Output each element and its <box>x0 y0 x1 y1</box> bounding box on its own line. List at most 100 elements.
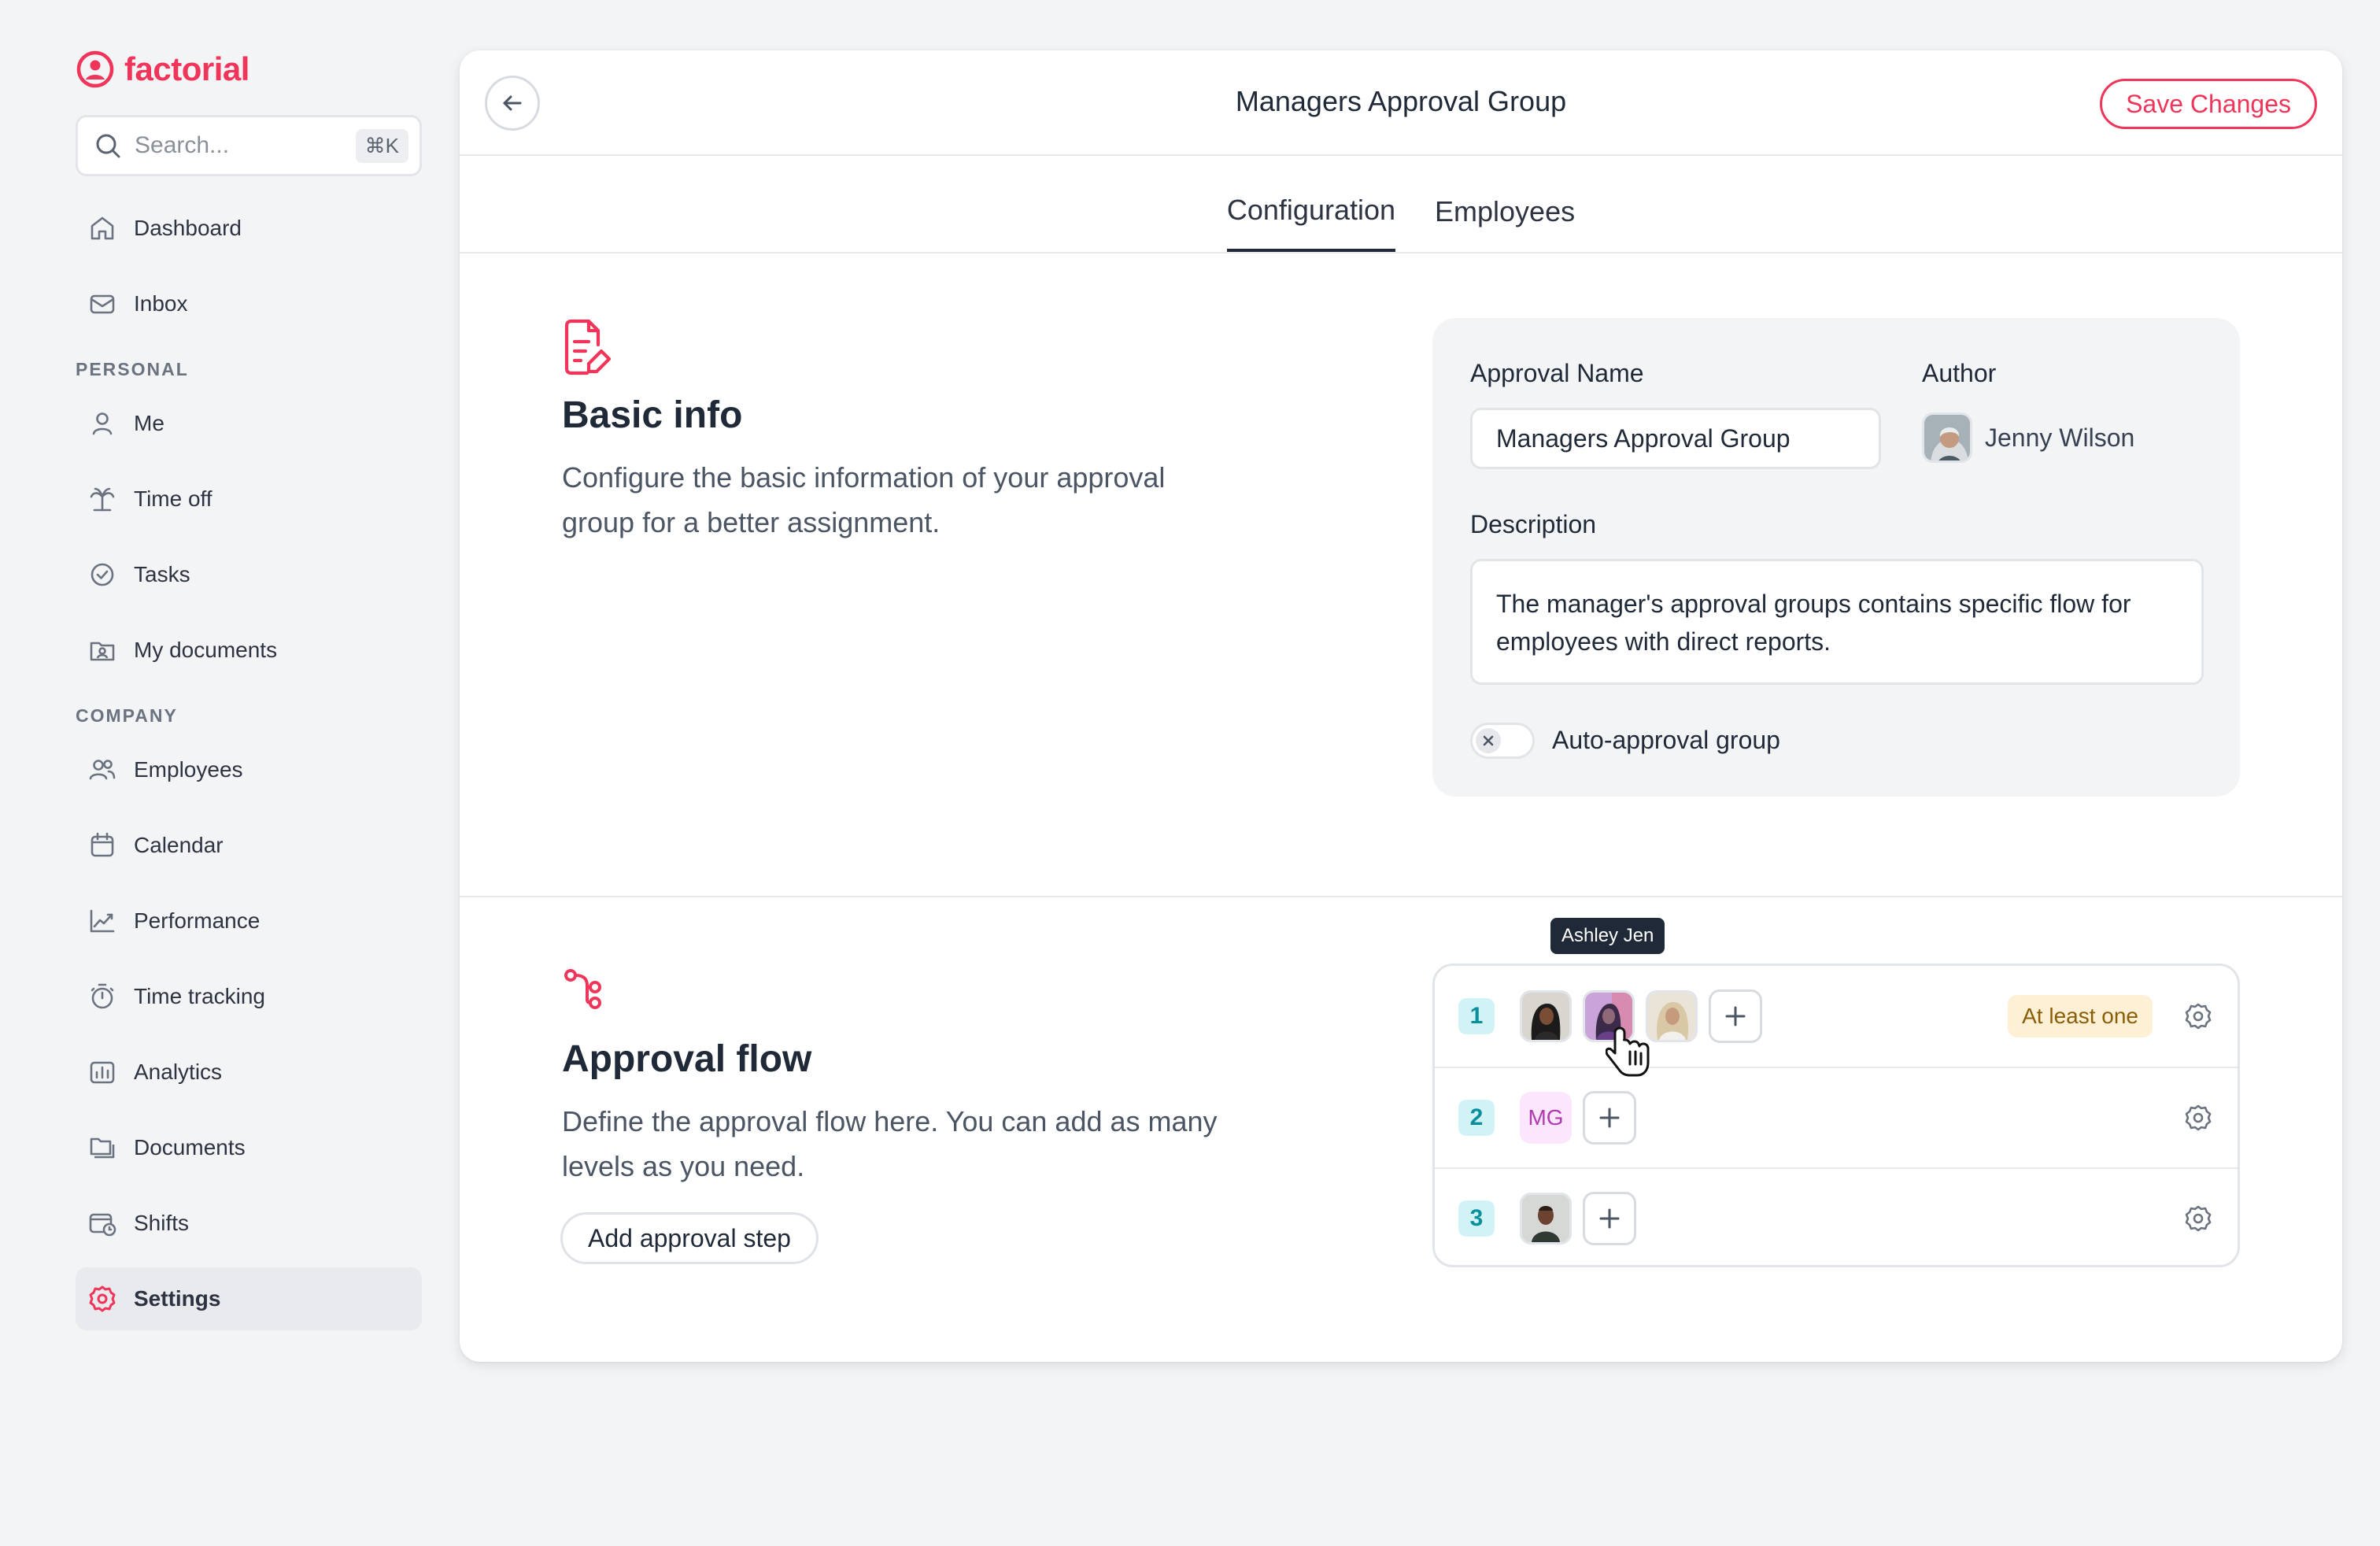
sidebar-item-dashboard[interactable]: Dashboard <box>76 197 422 260</box>
card-header: Managers Approval Group Save Changes <box>460 50 2342 156</box>
add-approver-button[interactable] <box>1583 1091 1636 1145</box>
plus-icon <box>1723 1004 1748 1029</box>
rule-badge[interactable]: At least one <box>2008 995 2153 1037</box>
step-number: 2 <box>1458 1100 1495 1136</box>
palm-tree-icon <box>87 483 118 515</box>
check-circle-icon <box>87 559 118 590</box>
settings-icon <box>87 1283 118 1315</box>
document-edit-icon <box>564 318 615 376</box>
search-input[interactable]: Search... ⌘K <box>76 115 422 176</box>
hand-pointer-cursor-icon <box>1606 1025 1653 1080</box>
sidebar-item-label: Documents <box>134 1135 246 1160</box>
description-textarea[interactable]: The manager's approval groups contains s… <box>1470 559 2204 685</box>
brand-logo[interactable]: factorial <box>76 46 422 93</box>
sidebar-item-time-off[interactable]: Time off <box>76 468 422 531</box>
approver-avatar[interactable] <box>1520 1193 1572 1245</box>
calendar-icon <box>87 830 118 861</box>
save-changes-button[interactable]: Save Changes <box>2100 79 2317 129</box>
home-icon <box>87 213 118 244</box>
sidebar-item-employees[interactable]: Employees <box>76 738 422 801</box>
add-approval-step-button[interactable]: Add approval step <box>560 1212 819 1264</box>
approval-name-label: Approval Name <box>1470 359 1644 387</box>
section-label-personal: PERSONAL <box>76 359 189 379</box>
sidebar-item-my-documents[interactable]: My documents <box>76 619 422 682</box>
sidebar-item-tasks[interactable]: Tasks <box>76 543 422 606</box>
nav-top: Dashboard Inbox <box>76 197 422 335</box>
sidebar-item-documents[interactable]: Documents <box>76 1116 422 1179</box>
approver-tooltip: Ashley Jen <box>1550 918 1665 954</box>
add-approver-button[interactable] <box>1709 989 1762 1043</box>
sidebar-item-calendar[interactable]: Calendar <box>76 814 422 877</box>
sidebar-item-settings[interactable]: Settings <box>76 1267 422 1330</box>
sidebar-item-label: Tasks <box>134 562 190 586</box>
sidebar-item-label: Employees <box>134 757 243 782</box>
sidebar-item-label: Calendar <box>134 833 224 857</box>
sidebar-item-label: Inbox <box>134 291 188 316</box>
sidebar-item-label: Time tracking <box>134 984 266 1008</box>
approval-step-row: 3 <box>1435 1167 2238 1268</box>
sidebar-item-performance[interactable]: Performance <box>76 890 422 952</box>
description-label: Description <box>1470 510 1597 538</box>
basic-info-panel: Approval Name Managers Approval Group Au… <box>1432 318 2240 797</box>
user-icon <box>87 408 118 439</box>
author-label: Author <box>1922 359 1997 387</box>
sidebar-item-shifts[interactable]: Shifts <box>76 1192 422 1255</box>
approval-flow-description: Define the approval flow here. You can a… <box>562 1105 1218 1182</box>
approval-step-row: 2 MG <box>1435 1067 2238 1167</box>
plus-icon <box>1597 1206 1622 1231</box>
tab-configuration[interactable]: Configuration <box>1226 154 1396 252</box>
step-settings-icon[interactable] <box>2182 1000 2214 1032</box>
auto-approval-toggle[interactable] <box>1470 723 1535 759</box>
tab-employees[interactable]: Employees <box>1435 154 1575 252</box>
search-placeholder: Search... <box>135 132 230 158</box>
inbox-icon <box>87 288 118 320</box>
bar-chart-icon <box>87 1056 118 1088</box>
sidebar-item-inbox[interactable]: Inbox <box>76 272 422 335</box>
approver-avatar[interactable] <box>1520 990 1572 1042</box>
sidebar-item-label: Analytics <box>134 1060 223 1084</box>
sidebar-item-label: Dashboard <box>134 216 242 240</box>
approver-initials-avatar[interactable]: MG <box>1520 1092 1572 1144</box>
stopwatch-icon <box>87 981 118 1012</box>
chart-line-icon <box>87 905 118 937</box>
nav-personal: Me Time off Tasks My documents <box>76 392 422 682</box>
auto-approval-label: Auto-approval group <box>1552 726 1780 754</box>
section-label-company: COMPANY <box>76 705 178 726</box>
flow-branch-icon <box>564 968 603 1011</box>
sidebar-item-label: Settings <box>134 1286 221 1311</box>
approver-avatar[interactable] <box>1646 990 1698 1042</box>
folder-user-icon <box>87 634 118 666</box>
plus-icon <box>1597 1105 1622 1130</box>
sidebar-item-me[interactable]: Me <box>76 392 422 455</box>
sidebar-item-time-tracking[interactable]: Time tracking <box>76 965 422 1028</box>
step-settings-icon[interactable] <box>2182 1203 2214 1234</box>
step-number: 1 <box>1458 998 1495 1034</box>
approval-name-input[interactable]: Managers Approval Group <box>1470 408 1881 469</box>
page-title: Managers Approval Group <box>1235 85 1567 117</box>
basic-info-title: Basic info <box>562 394 743 436</box>
search-icon <box>94 131 122 160</box>
approval-group-card: Managers Approval Group Save Changes Con… <box>460 50 2342 1362</box>
step-settings-icon[interactable] <box>2182 1102 2214 1134</box>
sidebar-item-label: Shifts <box>134 1211 190 1235</box>
approval-flow-section: Approval flow Define the approval flow h… <box>460 897 2342 1362</box>
search-shortcut: ⌘K <box>355 128 408 163</box>
sidebar-item-label: Performance <box>134 908 261 933</box>
shifts-icon <box>87 1208 118 1239</box>
approval-step-row: 1 At least one <box>1435 966 2238 1067</box>
nav-company: Employees Calendar Performance Time trac… <box>76 738 422 1330</box>
basic-info-description: Configure the basic information of your … <box>562 461 1166 538</box>
tab-bar: Configuration Employees <box>460 156 2342 253</box>
brand-name: factorial <box>124 50 249 87</box>
users-icon <box>87 754 118 786</box>
folders-icon <box>87 1132 118 1163</box>
sidebar-item-label: Time off <box>134 486 213 511</box>
step-number: 3 <box>1458 1200 1495 1237</box>
approval-flow-title: Approval flow <box>562 1038 812 1080</box>
basic-info-section: Basic info Configure the basic informati… <box>460 253 2342 897</box>
toggle-off-icon <box>1476 728 1501 753</box>
sidebar-item-analytics[interactable]: Analytics <box>76 1041 422 1104</box>
add-approver-button[interactable] <box>1583 1192 1636 1245</box>
factorial-logo-icon <box>76 50 115 89</box>
approval-flow-list: 1 At least one 2 MG 3 <box>1432 963 2240 1267</box>
